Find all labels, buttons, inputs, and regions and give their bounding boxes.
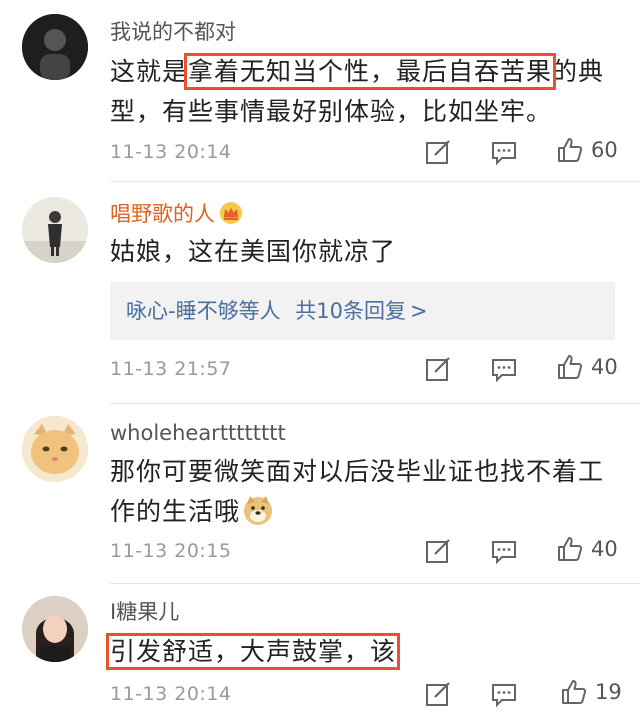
edit-square-icon (426, 357, 450, 381)
like-count: 40 (591, 355, 618, 379)
avatar-image (22, 197, 88, 263)
comment-button[interactable] (490, 356, 518, 384)
like-count: 19 (595, 680, 622, 704)
thumbs-up-icon (558, 537, 583, 561)
comment-timestamp: 11-13 21:57 (110, 358, 232, 380)
comment-text-part: 这就是 (110, 57, 189, 86)
comment-username[interactable]: 我说的不都对 (110, 18, 236, 46)
avatar-image (22, 14, 88, 80)
comment-bubble-icon (492, 684, 516, 708)
comment-item: wholeheartttttttt 那你可要微笑面对以后没毕业证也找不着工作的生… (0, 404, 640, 584)
comment-text: 引发舒适，大声鼓掌，该 (105, 632, 615, 672)
comment-text: 那你可要微笑面对以后没毕业证也找不着工作的生活哦 (110, 452, 615, 532)
like-button[interactable] (560, 678, 588, 706)
comment-bubble-icon (492, 142, 516, 166)
repost-button[interactable] (424, 680, 452, 708)
avatar[interactable] (22, 416, 88, 482)
highlighted-text: 引发舒适，大声鼓掌，该 (105, 633, 401, 670)
avatar-image (22, 596, 88, 662)
comment-text-part: 那你可要微笑面对以后没毕业证也找不着工作的生活哦 (110, 457, 605, 526)
chevron-right-icon: > (410, 299, 428, 323)
comment-timestamp: 11-13 20:15 (110, 540, 232, 562)
comment-username[interactable]: I糖果儿 (110, 598, 179, 626)
comment-username[interactable]: wholeheartttttttt (110, 419, 286, 447)
avatar-image (22, 416, 88, 482)
comment-button[interactable] (490, 139, 518, 167)
like-count: 40 (591, 537, 618, 561)
thumbs-up-icon (562, 680, 587, 704)
like-button[interactable] (556, 136, 584, 164)
comment-username[interactable]: 唱野歌的人 (110, 200, 243, 228)
comment-item: 唱野歌的人 姑娘，这在美国你就凉了 咏心-睡不够等人 共10条回复 > 11-13… (0, 182, 640, 404)
reply-author: 咏心-睡不够等人 (126, 299, 281, 323)
edit-square-icon (426, 539, 450, 563)
repost-button[interactable] (424, 355, 452, 383)
comment-timestamp: 11-13 20:14 (110, 683, 232, 705)
comment-button[interactable] (490, 538, 518, 566)
like-count: 60 (591, 138, 618, 162)
avatar[interactable] (22, 596, 88, 662)
comment-text: 姑娘，这在美国你就凉了 (110, 237, 397, 266)
highlighted-text: 拿着无知当个性，最后自吞苦果 (184, 53, 557, 90)
avatar[interactable] (22, 14, 88, 80)
repost-button[interactable] (424, 138, 452, 166)
reply-count: 共10条回复 (295, 299, 406, 323)
reply-preview[interactable]: 咏心-睡不够等人 共10条回复 > (110, 282, 615, 340)
comment-timestamp: 11-13 20:14 (110, 141, 232, 163)
comment-text: 这就是拿着无知当个性，最后自吞苦果的典型，有些事情最好别体验，比如坐牢。 (110, 52, 615, 132)
edit-square-icon (426, 682, 450, 706)
comment-button[interactable] (490, 681, 518, 709)
comment-item: I糖果儿 引发舒适，大声鼓掌，该 11-13 20:14 19 (0, 584, 640, 719)
like-button[interactable] (556, 535, 584, 563)
thumbs-up-icon (558, 138, 583, 162)
thumbs-up-icon (558, 355, 583, 379)
repost-button[interactable] (424, 537, 452, 565)
comment-bubble-icon (492, 541, 516, 565)
crown-badge-icon (219, 201, 243, 225)
edit-square-icon (426, 140, 450, 164)
comment-item: 我说的不都对 这就是拿着无知当个性，最后自吞苦果的典型，有些事情最好别体验，比如… (0, 0, 640, 182)
avatar[interactable] (22, 197, 88, 263)
username-text: 唱野歌的人 (110, 202, 215, 226)
doge-emoji (242, 494, 274, 526)
comment-bubble-icon (492, 359, 516, 383)
like-button[interactable] (556, 353, 584, 381)
